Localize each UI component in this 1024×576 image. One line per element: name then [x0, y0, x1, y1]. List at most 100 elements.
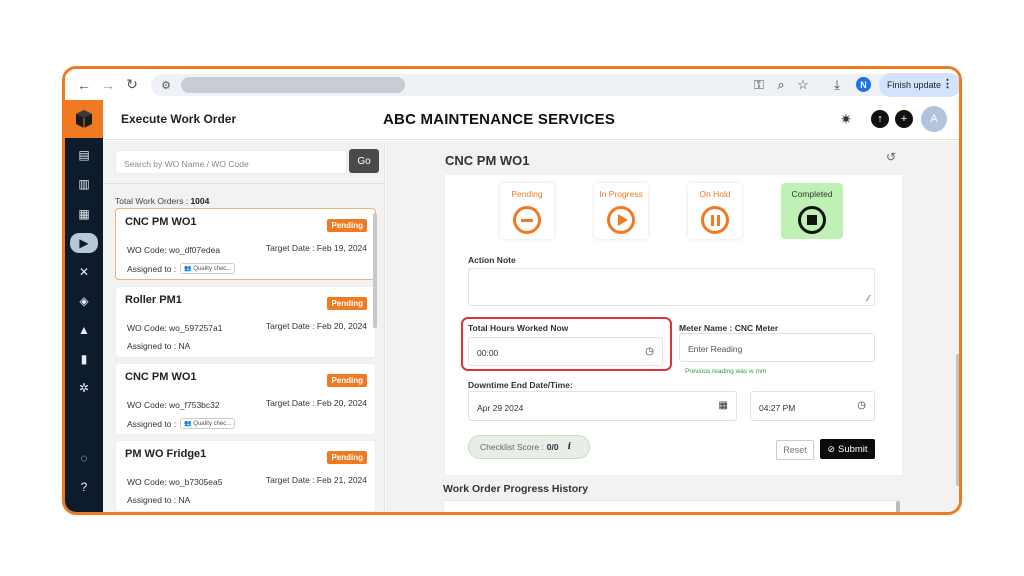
- execution-form: Pending In Progress On Hold Completed Ac…: [445, 175, 902, 475]
- info-icon[interactable]: i: [568, 442, 571, 452]
- work-order-card[interactable]: CNC PM WO1 Pending WO Code: wo_df07edea …: [115, 208, 376, 280]
- group-icon: 👥: [184, 421, 192, 427]
- total-work-orders: Total Work Orders : 1004: [115, 196, 209, 206]
- back-icon[interactable]: ←: [73, 74, 95, 96]
- status-badge: Pending: [327, 374, 367, 387]
- assignee-chip: 👥 Quality chec...: [180, 418, 236, 429]
- forward-icon[interactable]: →: [97, 74, 119, 96]
- search-input[interactable]: Search by WO Name / WO Code: [115, 150, 347, 174]
- refresh-icon[interactable]: ↺: [886, 150, 896, 164]
- site-settings-icon[interactable]: ⚙: [155, 74, 177, 96]
- stop-circle-icon: [798, 206, 826, 234]
- group-icon: 👥: [184, 266, 192, 272]
- zoom-icon[interactable]: ⌕: [771, 74, 791, 96]
- meter-label: Meter Name : CNC Meter: [679, 323, 779, 333]
- checklist-score[interactable]: Checklist Score : 0/0 i: [468, 435, 590, 459]
- reload-icon[interactable]: ↻: [121, 74, 143, 96]
- reports-icon[interactable]: ▮: [74, 349, 94, 369]
- upload-icon[interactable]: ↑: [871, 110, 889, 128]
- assignee-chip: 👥 Quality chec...: [180, 263, 236, 274]
- status-pending-button[interactable]: Pending: [500, 183, 554, 239]
- app-logo-icon: [65, 100, 103, 138]
- company-name: ABC MAINTENANCE SERVICES: [383, 111, 616, 128]
- target-date: Target Date : Feb 20, 2024: [265, 321, 367, 331]
- downtime-time-input[interactable]: 04:27 PM ◷: [750, 391, 875, 421]
- history-scrollbar[interactable]: [896, 501, 900, 512]
- work-order-card[interactable]: CNC PM WO1 Pending WO Code: wo_f753bc32 …: [115, 363, 376, 435]
- wo-code: WO Code: wo_b7305ea5: [127, 477, 223, 487]
- tools-icon[interactable]: ✕: [74, 262, 94, 282]
- browser-menu-icon[interactable]: ⋮: [942, 77, 953, 90]
- status-label: In Progress: [599, 189, 643, 199]
- meter-reading-input[interactable]: Enter Reading: [679, 333, 875, 362]
- calendar-icon[interactable]: ▦: [74, 204, 94, 224]
- add-icon[interactable]: +: [895, 110, 913, 128]
- status-completed-button[interactable]: Completed: [781, 183, 843, 239]
- assigned-label: Assigned to :: [127, 418, 177, 429]
- password-key-icon[interactable]: ⚿: [749, 74, 769, 96]
- dashboard-icon[interactable]: ▤: [74, 145, 94, 165]
- clock-icon[interactable]: ◷: [645, 346, 654, 357]
- execute-work-order-icon[interactable]: ▶: [70, 233, 98, 253]
- work-order-detail-pane: CNC PM WO1 ↺ Pending In Progress On Hold…: [386, 141, 959, 512]
- user-avatar[interactable]: A: [921, 106, 947, 132]
- pause-circle-icon: [701, 206, 729, 234]
- list-scrollbar[interactable]: [373, 213, 377, 328]
- profile-avatar[interactable]: N: [856, 77, 871, 92]
- total-value: 1004: [190, 196, 210, 206]
- history-title: Work Order Progress History: [443, 483, 589, 495]
- go-button[interactable]: Go: [349, 149, 379, 173]
- assignee-name: NA: [178, 495, 191, 505]
- submit-label: Submit: [837, 443, 868, 455]
- magic-wand-icon[interactable]: ✷: [837, 110, 855, 128]
- card-title: CNC PM WO1: [125, 371, 197, 383]
- finish-update-button[interactable]: Finish update ⋮: [879, 73, 959, 97]
- settings-icon[interactable]: ✲: [74, 378, 94, 398]
- status-label: Completed: [791, 189, 833, 199]
- reset-button[interactable]: Reset: [776, 440, 814, 460]
- detail-title: CNC PM WO1: [445, 153, 530, 168]
- detail-scrollbar[interactable]: [956, 354, 959, 486]
- action-note-textarea[interactable]: ⁄⁄: [468, 268, 875, 306]
- work-order-list-pane: Search by WO Name / WO Code Go Total Wor…: [103, 141, 385, 512]
- alert-icon[interactable]: ▲: [74, 320, 94, 340]
- assigned-label: Assigned to :: [127, 263, 177, 274]
- assigned-to: Assigned to : 👥 Quality chec...: [127, 263, 236, 274]
- work-order-card[interactable]: PM WO Fridge1 Pending WO Code: wo_b7305e…: [115, 440, 376, 512]
- submit-button[interactable]: ⊘ Submit: [820, 439, 875, 459]
- clock-icon[interactable]: ◷: [857, 400, 866, 411]
- status-label: Pending: [511, 189, 543, 199]
- browser-window: ← → ↻ ⚙ ⚿ ⌕ ☆ ⤓ N Finish update ⋮ ▤ ▥ ▦ …: [62, 66, 962, 515]
- help-icon[interactable]: ?: [74, 477, 94, 497]
- assignee-name: Quality chec...: [193, 421, 232, 427]
- page-title: Execute Work Order: [121, 112, 237, 126]
- inventory-icon[interactable]: ◈: [74, 291, 94, 311]
- chat-icon[interactable]: ◌: [74, 448, 94, 468]
- card-title: PM WO Fridge1: [125, 448, 207, 460]
- work-order-card[interactable]: Roller PM1 Pending WO Code: wo_597257a1 …: [115, 286, 376, 358]
- assigned-label: Assigned to :: [127, 341, 177, 351]
- divider: [103, 183, 384, 184]
- hours-input[interactable]: 00:00 ◷: [468, 337, 663, 366]
- assigned-to: Assigned to : NA: [127, 495, 190, 505]
- play-circle-icon: [607, 206, 635, 234]
- map-icon[interactable]: ▥: [74, 174, 94, 194]
- checklist-value: 0/0: [546, 442, 559, 452]
- calendar-icon[interactable]: ▦: [719, 400, 728, 411]
- card-title: CNC PM WO1: [125, 216, 197, 228]
- status-in-progress-button[interactable]: In Progress: [594, 183, 648, 239]
- downtime-time: 04:27 PM: [759, 403, 796, 413]
- resize-handle-icon[interactable]: ⁄⁄: [867, 294, 870, 303]
- history-panel: [443, 500, 900, 512]
- wo-code: WO Code: wo_df07edea: [127, 245, 221, 255]
- download-icon[interactable]: ⤓: [827, 74, 847, 96]
- checklist-label: Checklist Score :: [480, 442, 544, 452]
- bookmark-star-icon[interactable]: ☆: [793, 74, 813, 96]
- total-label: Total Work Orders :: [115, 196, 189, 206]
- status-badge: Pending: [327, 219, 367, 232]
- status-on-hold-button[interactable]: On Hold: [688, 183, 742, 239]
- status-badge: Pending: [327, 451, 367, 464]
- downtime-date-input[interactable]: Apr 29 2024 ▦: [468, 391, 737, 421]
- finish-update-label: Finish update: [887, 80, 942, 90]
- app-sidebar: ▤ ▥ ▦ ▶ ✕ ◈ ▲ ▮ ✲ ◌ ?: [65, 100, 103, 512]
